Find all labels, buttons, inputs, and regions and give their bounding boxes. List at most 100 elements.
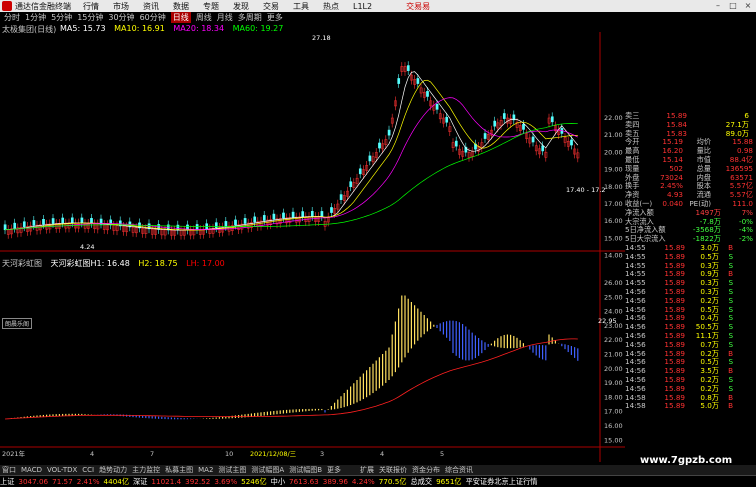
candle-body: [253, 216, 257, 223]
menu-item-topics[interactable]: 专题: [203, 1, 219, 12]
period-tab-multi[interactable]: 多周期: [238, 12, 262, 23]
menu-item-discover[interactable]: 发现: [233, 1, 249, 12]
ma-line: [4, 97, 578, 231]
candle-body: [368, 155, 372, 162]
lower-axis-label: 20.00: [604, 365, 623, 373]
date-label: 5: [440, 450, 444, 458]
zx-index-amount: 770.5亿: [378, 476, 407, 486]
candle-body: [282, 212, 285, 219]
info-tab[interactable]: 关联报价: [379, 465, 407, 475]
sh-index-value: 3047.06: [18, 477, 49, 486]
indicator-tab[interactable]: 主力监控: [132, 465, 160, 475]
menu-item-market[interactable]: 行情: [83, 1, 99, 12]
indicator-tab[interactable]: 测试幅图B: [289, 465, 322, 475]
lower-axis-label: 15.00: [604, 436, 623, 444]
period-tab-intraday[interactable]: 分时: [4, 12, 20, 23]
candle-body: [310, 211, 314, 217]
zx-index-label[interactable]: 中小: [271, 477, 285, 487]
info-tab[interactable]: 扩展: [360, 465, 374, 475]
candle-body: [291, 211, 295, 218]
maximize-icon[interactable]: □: [727, 1, 739, 11]
candle-body: [541, 145, 545, 152]
period-tab-1min[interactable]: 1分钟: [25, 12, 46, 23]
date-label: 4: [90, 450, 94, 458]
period-tab-15min[interactable]: 15分钟: [77, 12, 103, 23]
price-axis-label: 16.00: [604, 217, 623, 225]
candle-body: [387, 129, 391, 136]
ma-lines: [4, 71, 579, 231]
total-turnover-value: 9651亿: [436, 476, 462, 486]
lower-axis-label: 19.00: [604, 379, 623, 387]
candlestick-series: [3, 61, 580, 240]
candle-body: [234, 219, 237, 226]
indicator-tab[interactable]: 趋势动力: [99, 465, 127, 475]
menu-item-l1l2[interactable]: L1L2: [353, 2, 372, 11]
menu-item-trade[interactable]: 交易: [263, 1, 279, 12]
menu-item-tools[interactable]: 工具: [293, 1, 309, 12]
indicator-tab[interactable]: 私募主图: [165, 465, 193, 475]
candle-body: [339, 194, 343, 200]
ma-line: [4, 79, 578, 231]
indicator-tab-cci[interactable]: CCI: [82, 466, 94, 474]
candle-body: [22, 221, 26, 228]
sh-index-pct: 2.41%: [76, 477, 100, 486]
candle-body: [80, 217, 84, 224]
menu-item-markets[interactable]: 市场: [113, 1, 129, 12]
period-tab-daily[interactable]: 日线: [170, 12, 191, 23]
sz-index-label[interactable]: 深证: [133, 477, 147, 487]
sh-index-label[interactable]: 上证: [0, 477, 14, 487]
lower-axis-label: 21.00: [604, 351, 623, 359]
indicator-tab-macd[interactable]: MACD: [21, 466, 42, 474]
trade-account-link[interactable]: 交易易: [406, 1, 430, 12]
indicator-tab[interactable]: 测试主图: [218, 465, 246, 475]
price-axis-label: 18.00: [604, 183, 623, 191]
indicator-subtab[interactable]: 朗晨乐阁: [2, 318, 33, 329]
lower-axis-label: 18.00: [604, 393, 623, 401]
price-axis-label: 17.00: [604, 200, 623, 208]
candle-body: [483, 133, 487, 139]
price-axis-label: 15.00: [604, 234, 623, 242]
chart-canvas[interactable]: 22.00 21.00 20.00 19.00 18.00 17.00 16.00 15.00…: [0, 32, 625, 465]
indicator-tab-vol[interactable]: VOL-TDX: [47, 466, 77, 474]
date-label: 3: [320, 450, 324, 458]
minimize-icon[interactable]: –: [712, 1, 724, 11]
menu-item-news[interactable]: 资讯: [143, 1, 159, 12]
candle-body: [320, 211, 324, 217]
indicator-tab[interactable]: 窗口: [2, 465, 16, 475]
menu-item-data[interactable]: 数据: [173, 1, 189, 12]
zx-index-value: 7613.63: [289, 477, 319, 486]
candle-body: [426, 91, 429, 97]
low-price-label: 4.24: [80, 243, 94, 251]
period-tab-30min[interactable]: 30分钟: [108, 12, 134, 23]
candle-body: [502, 113, 506, 119]
indicator-tab-more[interactable]: 更多: [327, 465, 341, 475]
candle-body: [416, 78, 420, 84]
ma-line: [4, 123, 578, 231]
menu-item-hot[interactable]: 热点: [323, 1, 339, 12]
candle-body: [435, 103, 439, 110]
candle-body: [61, 217, 65, 224]
tick-row: 14:58 15.89 5.0万 B: [625, 401, 733, 411]
news-ticker[interactable]: 平安证券北京上证行情: [466, 477, 538, 487]
info-tab[interactable]: 资金分布: [412, 465, 440, 475]
candle-body: [570, 139, 573, 146]
close-icon[interactable]: ×: [742, 1, 754, 11]
lower-axis-label: 16.00: [604, 422, 623, 430]
indicator-tab[interactable]: 测试幅图A: [251, 465, 284, 475]
candle-body: [397, 78, 401, 84]
date-label: 2021年: [2, 449, 26, 458]
candle-body: [550, 116, 554, 123]
period-tab-monthly[interactable]: 月线: [217, 12, 233, 23]
period-tab-5min[interactable]: 5分钟: [51, 12, 72, 23]
price-axis-label: 22.00: [604, 114, 623, 122]
indicator-tab-ma2[interactable]: MA2: [198, 466, 213, 474]
period-tab-60min[interactable]: 60分钟: [140, 12, 166, 23]
period-tab-more[interactable]: 更多: [267, 12, 283, 23]
candle-body: [195, 224, 199, 230]
price-axis-label: 14.00: [604, 252, 623, 260]
candle-body: [32, 220, 36, 226]
info-tab[interactable]: 综合资讯: [445, 465, 473, 475]
period-tab-weekly[interactable]: 周线: [196, 12, 212, 23]
candle-body: [51, 218, 55, 224]
watermark: www.7gpzb.com: [640, 455, 733, 466]
